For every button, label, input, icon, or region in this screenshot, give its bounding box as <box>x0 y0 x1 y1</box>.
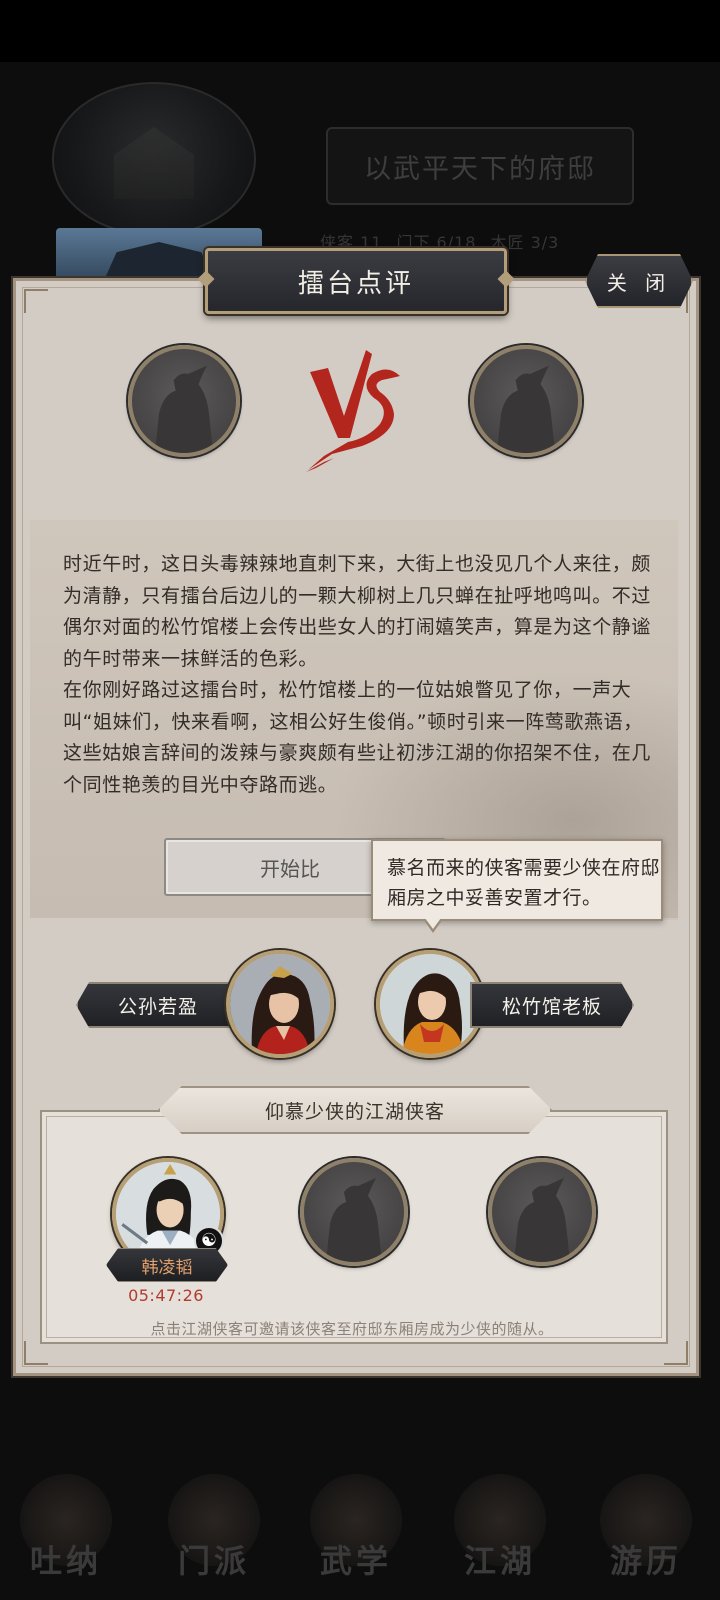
story-text: 时近午时，这日头毒辣辣地直刺下来，大街上也没见几个人来往，颇为清静，只有擂台后边… <box>63 553 652 796</box>
close-button[interactable]: 关 闭 <box>585 254 693 308</box>
nav-item-wuxue[interactable]: 武学 <box>308 1452 404 1582</box>
nav-label: 武学 <box>319 1542 392 1580</box>
followers-hint: 点击江湖侠客可邀请该侠客至府邸东厢房成为少侠的随从。 <box>150 1320 554 1338</box>
follower-name: 韩凌韬 <box>106 1248 228 1282</box>
fighter-right-portrait[interactable] <box>376 950 484 1058</box>
corner-ornament <box>24 1341 48 1365</box>
silhouette-icon <box>496 365 556 453</box>
nav-label: 门派 <box>177 1542 250 1580</box>
nav-label: 吐纳 <box>29 1542 102 1580</box>
fighter-left-portrait[interactable] <box>226 950 334 1058</box>
panel-title: 擂台点评 <box>297 268 414 299</box>
status-bar <box>0 0 720 62</box>
corner-ornament <box>24 289 48 313</box>
silhouette-icon <box>154 365 214 453</box>
placement-tooltip: 慕名而来的侠客需要少侠在府邸厢房之中妥善安置才行。 <box>371 839 663 933</box>
mansion-banner: 以武平天下的府邸 <box>326 127 634 205</box>
panel-title-plate: 擂台点评 <box>205 248 507 314</box>
fighter-left-name: 公孙若盈 <box>76 982 240 1028</box>
nav-item-jianghu[interactable]: 江湖 <box>452 1452 548 1582</box>
female-warrior-avatar <box>230 954 330 1054</box>
opponent-left-silhouette <box>128 345 240 457</box>
nav-label: 江湖 <box>463 1542 536 1580</box>
bottom-nav: 吐纳 门派 武学 江湖 游历 <box>0 1430 720 1600</box>
empty-follower-slot[interactable] <box>488 1158 596 1266</box>
opponent-right-silhouette <box>470 345 582 457</box>
silhouette-icon <box>326 1178 382 1262</box>
close-button-label: 关 闭 <box>606 270 672 295</box>
mansion-emblem <box>52 82 256 236</box>
silhouette-icon <box>514 1178 570 1262</box>
nav-item-youli[interactable]: 游历 <box>598 1452 694 1582</box>
nav-item-tuna[interactable]: 吐纳 <box>18 1452 114 1582</box>
follower-timer: 05:47:26 <box>128 1286 204 1305</box>
female-boss-avatar <box>380 954 480 1054</box>
fighter-right-name: 松竹馆老板 <box>470 982 634 1028</box>
start-match-label: 开始比 <box>260 856 320 881</box>
nav-item-menpai[interactable]: 门派 <box>166 1452 262 1582</box>
empty-follower-slot[interactable] <box>300 1158 408 1266</box>
corner-ornament <box>664 1341 688 1365</box>
vs-icon <box>306 350 400 472</box>
followers-header: 仰慕少侠的江湖侠客 <box>158 1086 552 1134</box>
nav-label: 游历 <box>609 1542 682 1580</box>
